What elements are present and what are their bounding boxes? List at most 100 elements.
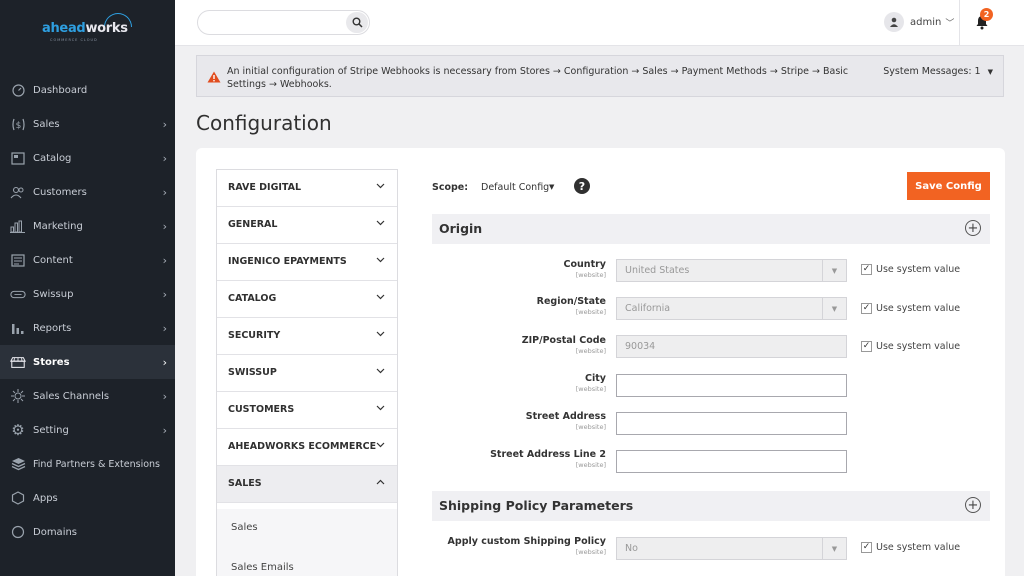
scope-label: Scope: (432, 182, 469, 193)
header-divider (959, 0, 960, 45)
sidebar-item-label: Setting (33, 424, 69, 436)
sidebar-item-marketing[interactable]: Marketing › (0, 209, 175, 243)
gear-icon: ⚙ (11, 421, 25, 439)
sidebar-item-dashboard[interactable]: Dashboard (0, 73, 175, 107)
chevron-right-icon: › (162, 185, 167, 199)
sidebar-item-sales-channels[interactable]: Sales Channels › (0, 379, 175, 413)
chevron-down-icon (376, 442, 385, 448)
tab-sales[interactable]: SALES (217, 466, 397, 503)
avatar (884, 12, 904, 32)
tab-label: SWISSUP (228, 367, 277, 378)
tab-label: SECURITY (228, 330, 281, 341)
use-system-value-shipping[interactable]: ✓ Use system value (861, 542, 960, 553)
save-config-button[interactable]: Save Config (907, 172, 990, 200)
sidebar-item-label: Sales Channels (33, 390, 110, 402)
zip-input[interactable]: 90034 (616, 335, 847, 358)
field-label-zip: ZIP/Postal Code [website] (521, 335, 606, 355)
field-label-country: Country [website] (563, 259, 606, 279)
subtab-sales[interactable]: Sales (217, 509, 397, 549)
sidebar-item-customers[interactable]: Customers › (0, 175, 175, 209)
sidebar-item-find-partners[interactable]: Find Partners & Extensions (0, 447, 175, 481)
sidebar-item-label: Content (33, 254, 73, 266)
tab-catalog[interactable]: CATALOG (217, 281, 397, 318)
use-system-value-country[interactable]: ✓ Use system value (861, 264, 960, 275)
expand-plus-icon[interactable]: + (965, 497, 981, 513)
sidebar-item-label: Apps (33, 492, 58, 504)
caret-down-icon: ▼ (822, 260, 846, 281)
tab-ingenico-epayments[interactable]: INGENICO EPAYMENTS (217, 244, 397, 281)
search-input[interactable] (208, 16, 338, 27)
checkbox-checked[interactable]: ✓ (861, 341, 872, 352)
city-input[interactable] (616, 374, 847, 397)
tab-security[interactable]: SECURITY (217, 318, 397, 355)
user-menu[interactable]: admin ﹀ (884, 10, 956, 34)
tab-swissup[interactable]: SWISSUP (217, 355, 397, 392)
region-select[interactable]: California ▼ (616, 297, 847, 320)
chevron-right-icon: › (162, 423, 167, 437)
chevron-down-icon (376, 220, 385, 226)
section-shipping-policy-header[interactable]: Shipping Policy Parameters + (432, 491, 990, 521)
sidebar-item-label: Stores (33, 356, 70, 368)
stores-icon (10, 354, 26, 370)
sidebar-item-sales[interactable]: $ Sales › (0, 107, 175, 141)
dashboard-icon (10, 82, 26, 98)
sidebar-item-swissup[interactable]: Swissup › (0, 277, 175, 311)
sidebar-item-label: Dashboard (33, 84, 88, 96)
street-address-line2-input[interactable] (616, 450, 847, 473)
system-messages-label: System Messages: 1 (883, 66, 981, 77)
search-box (197, 10, 370, 35)
sidebar-item-setting[interactable]: ⚙ Setting › (0, 413, 175, 447)
scope-switcher[interactable]: Default Config (481, 182, 549, 193)
sidebar-item-label: Sales (33, 118, 60, 130)
warning-icon (207, 71, 221, 83)
chevron-right-icon: › (162, 389, 167, 403)
tab-label: INGENICO EPAYMENTS (228, 256, 347, 267)
sidebar-item-apps[interactable]: Apps (0, 481, 175, 515)
use-system-value-zip[interactable]: ✓ Use system value (861, 341, 960, 352)
chevron-right-icon: › (162, 253, 167, 267)
config-tabs: RAVE DIGITAL GENERAL INGENICO EPAYMENTS … (216, 169, 398, 576)
chevron-down-icon (376, 183, 385, 189)
field-label-region: Region/State [website] (536, 296, 606, 316)
content-icon (10, 252, 26, 268)
apply-custom-shipping-select[interactable]: No ▼ (616, 537, 847, 560)
user-name: admin (910, 16, 942, 28)
country-select[interactable]: United States ▼ (616, 259, 847, 282)
marketing-icon (10, 218, 26, 234)
tab-rave-digital[interactable]: RAVE DIGITAL (217, 170, 397, 207)
tab-general[interactable]: GENERAL (217, 207, 397, 244)
chevron-right-icon: › (162, 287, 167, 301)
chevron-down-icon (376, 294, 385, 300)
use-system-value-region[interactable]: ✓ Use system value (861, 303, 960, 314)
field-label-street: Street Address [website] (525, 411, 606, 431)
caret-down-icon: ▼ (822, 538, 846, 559)
checkbox-checked[interactable]: ✓ (861, 303, 872, 314)
sidebar-item-reports[interactable]: Reports › (0, 311, 175, 345)
sidebar-item-catalog[interactable]: Catalog › (0, 141, 175, 175)
dollar-icon: $ (10, 116, 26, 132)
help-icon[interactable]: ? (574, 178, 590, 194)
sidebar-item-domains[interactable]: Domains (0, 515, 175, 549)
logo[interactable]: aheadworks COMMERCE CLOUD (42, 13, 134, 43)
expand-plus-icon[interactable]: + (965, 220, 981, 236)
logo-tagline: COMMERCE CLOUD (50, 38, 98, 42)
checkbox-checked[interactable]: ✓ (861, 264, 872, 275)
sidebar-item-stores[interactable]: Stores › (0, 345, 175, 379)
search-button[interactable] (346, 12, 368, 33)
sidebar-item-label: Customers (33, 186, 87, 198)
checkbox-checked[interactable]: ✓ (861, 542, 872, 553)
subtab-label: Sales (231, 522, 258, 533)
sidebar-item-content[interactable]: Content › (0, 243, 175, 277)
tab-label: RAVE DIGITAL (228, 182, 302, 193)
caret-down-icon: ▼ (987, 68, 993, 76)
subtab-sales-emails[interactable]: Sales Emails (217, 549, 397, 576)
tab-customers[interactable]: CUSTOMERS (217, 392, 397, 429)
tab-label: GENERAL (228, 219, 278, 230)
tab-aheadworks-ecommerce[interactable]: AHEADWORKS ECOMMERCE (217, 429, 397, 466)
caret-down-icon[interactable]: ▼ (549, 183, 554, 191)
chevron-right-icon: › (162, 321, 167, 335)
street-address-input[interactable] (616, 412, 847, 435)
chevron-right-icon: › (162, 117, 167, 131)
section-origin-header[interactable]: Origin + (432, 214, 990, 244)
system-messages-toggle[interactable]: System Messages: 1 ▼ (883, 66, 993, 77)
